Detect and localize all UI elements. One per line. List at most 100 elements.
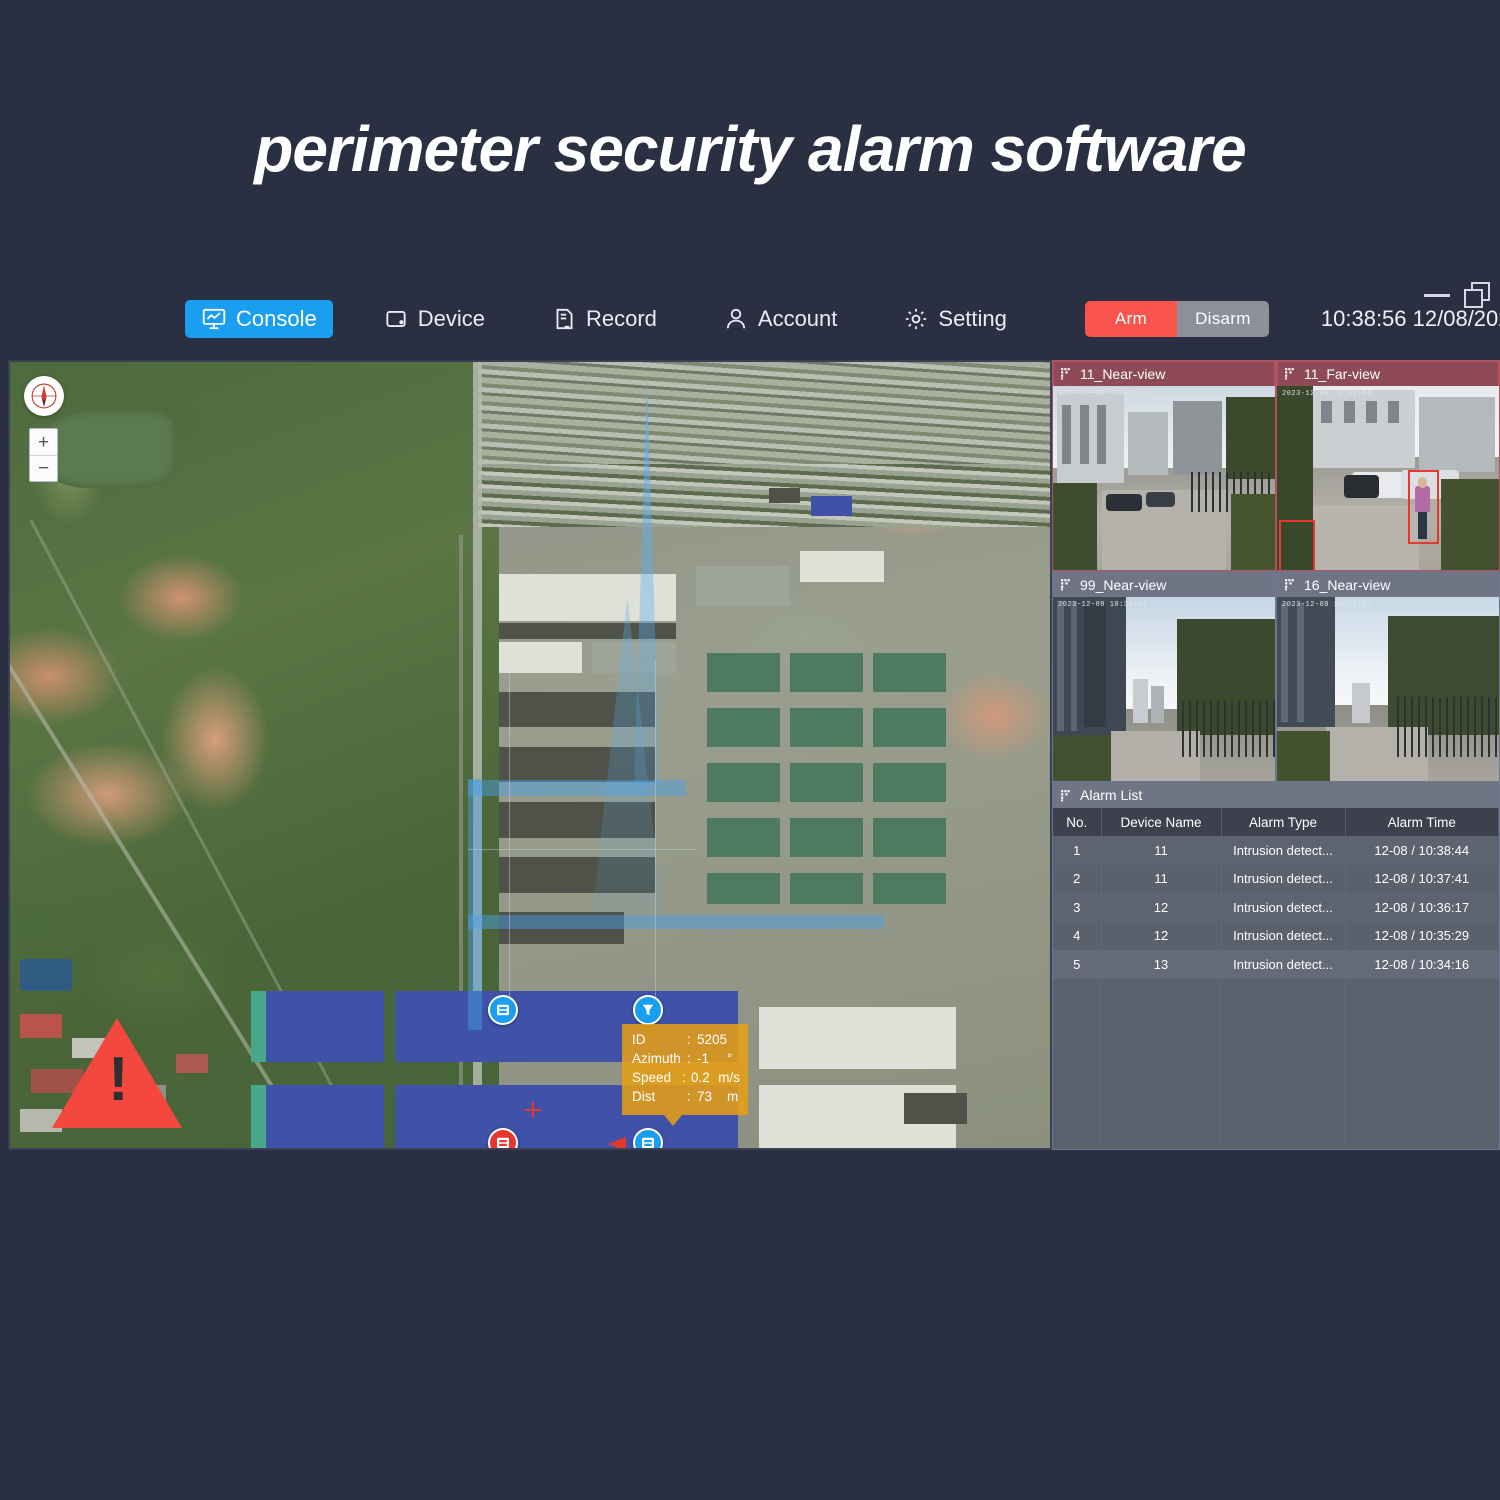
arm-disarm-toggle[interactable]: Arm Disarm [1084, 301, 1269, 337]
right-panel: 11_Near-view 2023-12-08 10:38:44 11_Far-… [1052, 360, 1500, 1150]
user-icon [723, 306, 749, 332]
camera-panel-11-far[interactable]: 11_Far-view 2023-12-08 10:38:44 [1276, 360, 1500, 571]
camera-label-99-near: 99_Near-view [1080, 576, 1167, 593]
tooltip-key-speed: Speed [632, 1070, 672, 1086]
camera-panel-11-near[interactable]: 11_Near-view 2023-12-08 10:38:44 [1052, 360, 1276, 571]
cell-device: 12 [1101, 921, 1222, 950]
target-arrow-icon [608, 1137, 626, 1148]
alarm-table-empty-area [1053, 978, 1499, 1149]
tooltip-key-id: ID [632, 1032, 646, 1047]
camera-feed-11-far[interactable]: 2023-12-08 10:38:44 [1277, 386, 1499, 570]
tab-device-label: Device [417, 306, 485, 331]
restore-icon[interactable] [1464, 282, 1490, 308]
flag-icon [1060, 367, 1073, 380]
cell-time: 12-08 / 10:34:16 [1345, 950, 1499, 979]
camera-header-16-near: 16_Near-view [1277, 572, 1499, 597]
cell-no: 3 [1053, 893, 1102, 922]
camera-feed-11-near[interactable]: 2023-12-08 10:38:44 [1053, 386, 1275, 570]
camera-marker-1[interactable] [488, 995, 518, 1025]
camera-panel-16-near[interactable]: 16_Near-view 2023-12-08 10:38:44 [1276, 571, 1500, 782]
zoom-in-button[interactable]: + [30, 429, 57, 455]
table-header-row: No. Device Name Alarm Type Alarm Time [1053, 808, 1499, 836]
compass-icon[interactable] [24, 376, 64, 416]
camera-label-16-near: 16_Near-view [1304, 576, 1391, 593]
cell-time: 12-08 / 10:37:41 [1345, 864, 1499, 893]
nav-bar: Console Device Record Account Setting Ar… [185, 300, 1500, 338]
tooltip-value-dist: 73 [697, 1089, 713, 1105]
flag-icon [1284, 367, 1297, 380]
arm-button[interactable]: Arm [1084, 301, 1177, 337]
camera-label-11-far: 11_Far-view [1304, 365, 1380, 382]
main-toolbar: Console Device Record Account Setting Ar… [0, 288, 1500, 350]
page-title: perimeter security alarm software [254, 113, 1246, 185]
camera-grid: 11_Near-view 2023-12-08 10:38:44 11_Far-… [1052, 360, 1500, 782]
window-controls [1424, 282, 1490, 308]
table-row[interactable]: 1 11 Intrusion detect... 12-08 / 10:38:4… [1053, 836, 1499, 865]
cell-no: 5 [1053, 950, 1102, 979]
column-header-no[interactable]: No. [1053, 808, 1102, 836]
map-crosshair-icon [525, 1102, 541, 1118]
tooltip-unit-azimuth: ° [727, 1051, 733, 1067]
app-body: + − ID : 5205 Azimuth: -1 ° Speed: 0.2… [8, 360, 1500, 1150]
minimize-icon[interactable] [1424, 293, 1450, 297]
tooltip-key-azimuth: Azimuth [632, 1051, 681, 1067]
alarm-table: No. Device Name Alarm Type Alarm Time 1 … [1053, 808, 1499, 979]
tab-record-label: Record [585, 306, 657, 331]
clock-display: 10:38:56 12/08/2023 [1320, 306, 1500, 331]
flag-icon [1060, 789, 1073, 802]
column-header-type[interactable]: Alarm Type [1221, 808, 1346, 836]
camera-panel-99-near[interactable]: 99_Near-view 2023-12-08 10:38:44 [1052, 571, 1276, 782]
table-row[interactable]: 4 12 Intrusion detect... 12-08 / 10:35:2… [1053, 921, 1499, 950]
cell-type: Intrusion detect... [1221, 864, 1346, 893]
zoom-out-button[interactable]: − [30, 455, 57, 481]
tab-record[interactable]: Record [535, 300, 673, 338]
tab-device[interactable]: Device [367, 300, 501, 338]
camera-osd-text: 2023-12-08 10:38:44 [1282, 390, 1372, 398]
tooltip-unit-speed: m/s [718, 1070, 740, 1086]
cell-device: 13 [1101, 950, 1222, 979]
camera-label-11-near: 11_Near-view [1080, 365, 1166, 382]
tab-console[interactable]: Console [185, 300, 333, 338]
cell-type: Intrusion detect... [1221, 921, 1346, 950]
target-info-tooltip: ID : 5205 Azimuth : -1 ° Speed : 0.2 m/s [622, 1024, 748, 1126]
cell-no: 4 [1053, 921, 1102, 950]
tab-account[interactable]: Account [707, 300, 854, 338]
map-zoom-controls[interactable]: + − [29, 428, 58, 482]
flag-icon [1284, 578, 1297, 591]
disarm-button[interactable]: Disarm [1176, 301, 1269, 337]
monitor-chart-icon [201, 306, 227, 332]
cell-time: 12-08 / 10:35:29 [1345, 921, 1499, 950]
cell-no: 2 [1053, 864, 1102, 893]
column-header-device[interactable]: Device Name [1101, 808, 1222, 836]
column-header-time[interactable]: Alarm Time [1345, 808, 1499, 836]
gear-icon [903, 306, 929, 332]
alarm-list-panel: Alarm List No. Device Name Alarm Type Al… [1052, 782, 1500, 1150]
cell-type: Intrusion detect... [1221, 893, 1346, 922]
tooltip-value-speed: 0.2 [691, 1070, 710, 1086]
flag-icon [1060, 578, 1073, 591]
camera-marker-2[interactable] [633, 995, 663, 1025]
table-row[interactable]: 3 12 Intrusion detect... 12-08 / 10:36:1… [1053, 893, 1499, 922]
camera-feed-16-near[interactable]: 2023-12-08 10:38:44 [1277, 597, 1499, 781]
camera-osd-text: 2023-12-08 10:38:44 [1058, 390, 1148, 398]
cell-time: 12-08 / 10:38:44 [1345, 836, 1499, 865]
camera-feed-99-near[interactable]: 2023-12-08 10:38:44 [1053, 597, 1275, 781]
device-icon [383, 306, 409, 332]
camera-header-99-near: 99_Near-view [1053, 572, 1275, 597]
table-row[interactable]: 2 11 Intrusion detect... 12-08 / 10:37:4… [1053, 864, 1499, 893]
tooltip-key-dist: Dist [632, 1089, 656, 1105]
tooltip-unit-dist: m [727, 1089, 739, 1105]
tooltip-value-id: 5205 [697, 1032, 728, 1047]
cell-time: 12-08 / 10:36:17 [1345, 893, 1499, 922]
table-row[interactable]: 5 13 Intrusion detect... 12-08 / 10:34:1… [1053, 950, 1499, 979]
tooltip-colon-speed: : [681, 1070, 686, 1086]
camera-header-11-far: 11_Far-view [1277, 361, 1499, 386]
alarm-list-header: Alarm List [1053, 782, 1499, 808]
tab-setting[interactable]: Setting [887, 300, 1023, 338]
tooltip-value-azimuth: -1 [697, 1051, 710, 1067]
camera-marker-3[interactable] [488, 1128, 518, 1148]
cell-device: 11 [1101, 836, 1222, 865]
warning-exclamation: ! [108, 1045, 129, 1114]
detection-box [1279, 519, 1315, 570]
camera-marker-4[interactable] [633, 1128, 663, 1148]
